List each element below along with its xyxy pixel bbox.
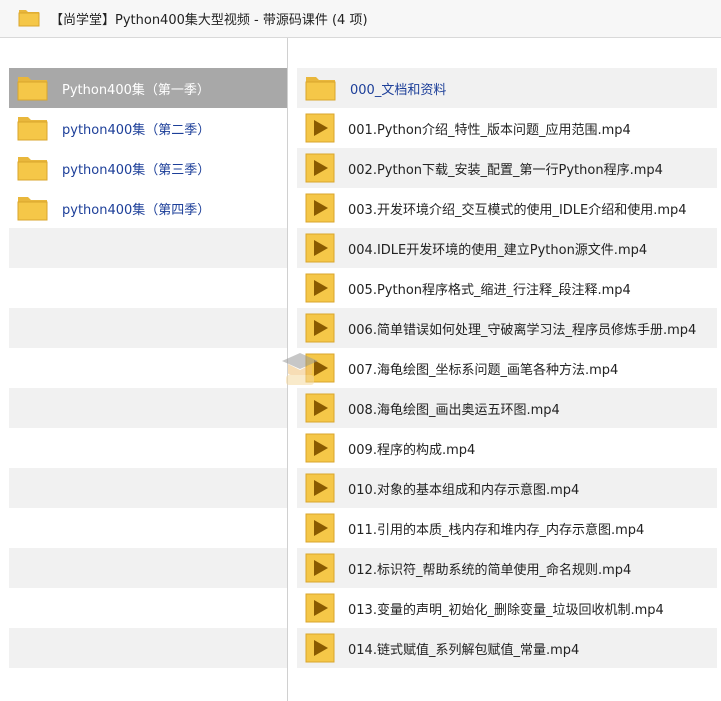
sidebar-empty-row xyxy=(9,548,287,588)
file-row[interactable]: 002.Python下载_安装_配置_第一行Python程序.mp4 xyxy=(297,148,717,188)
video-file-icon xyxy=(305,553,335,583)
sidebar-empty-row xyxy=(9,348,287,388)
file-name: 009.程序的构成.mp4 xyxy=(348,442,476,458)
file-name: 002.Python下载_安装_配置_第一行Python程序.mp4 xyxy=(348,162,663,178)
file-row[interactable]: 003.开发环境介绍_交互模式的使用_IDLE介绍和使用.mp4 xyxy=(297,188,717,228)
folder-icon xyxy=(17,74,49,102)
file-row[interactable]: 014.链式赋值_系列解包赋值_常量.mp4 xyxy=(297,628,717,668)
sidebar-item-season-1[interactable]: Python400集（第一季） xyxy=(9,68,287,108)
file-name: 011.引用的本质_栈内存和堆内存_内存示意图.mp4 xyxy=(348,522,645,538)
file-name: 010.对象的基本组成和内存示意图.mp4 xyxy=(348,482,580,498)
file-row[interactable]: 008.海龟绘图_画出奥运五环图.mp4 xyxy=(297,388,717,428)
video-file-icon xyxy=(305,353,335,383)
video-file-icon xyxy=(305,153,335,183)
file-name: 001.Python介绍_特性_版本问题_应用范围.mp4 xyxy=(348,122,631,138)
file-row[interactable]: 009.程序的构成.mp4 xyxy=(297,428,717,468)
sidebar-empty-row xyxy=(9,268,287,308)
file-row[interactable]: 001.Python介绍_特性_版本问题_应用范围.mp4 xyxy=(297,108,717,148)
sidebar-empty-row xyxy=(9,308,287,348)
video-file-icon xyxy=(305,633,335,663)
sidebar-empty-row xyxy=(9,468,287,508)
video-file-icon xyxy=(305,473,335,503)
file-row[interactable]: 007.海龟绘图_坐标系问题_画笔各种方法.mp4 xyxy=(297,348,717,388)
video-file-icon xyxy=(305,513,335,543)
sidebar-item-season-3[interactable]: python400集（第三季） xyxy=(9,148,287,188)
folder-icon xyxy=(17,114,49,142)
file-name: 004.IDLE开发环境的使用_建立Python源文件.mp4 xyxy=(348,242,648,258)
window-title: 【尚学堂】Python400集大型视频 - 带源码课件 (4 项) xyxy=(50,13,368,28)
folder-icon xyxy=(17,154,49,182)
folder-icon xyxy=(17,194,49,222)
file-name: 005.Python程序格式_缩进_行注释_段注释.mp4 xyxy=(348,282,631,298)
file-row[interactable]: 011.引用的本质_栈内存和堆内存_内存示意图.mp4 xyxy=(297,508,717,548)
video-file-icon xyxy=(305,393,335,423)
sidebar-empty-row xyxy=(9,388,287,428)
file-row[interactable]: 010.对象的基本组成和内存示意图.mp4 xyxy=(297,468,717,508)
sidebar-empty-row xyxy=(9,588,287,628)
sidebar-item-season-4[interactable]: python400集（第四季） xyxy=(9,188,287,228)
file-name: 013.变量的声明_初始化_删除变量_垃圾回收机制.mp4 xyxy=(348,602,664,618)
file-name: 000_文档和资料 xyxy=(350,82,447,98)
sidebar-item-label: python400集（第四季） xyxy=(62,202,211,218)
file-name: 014.链式赋值_系列解包赋值_常量.mp4 xyxy=(348,642,580,658)
file-row[interactable]: 005.Python程序格式_缩进_行注释_段注释.mp4 xyxy=(297,268,717,308)
sidebar-empty-row xyxy=(9,628,287,668)
file-row-folder[interactable]: 000_文档和资料 xyxy=(297,68,717,108)
file-name: 003.开发环境介绍_交互模式的使用_IDLE介绍和使用.mp4 xyxy=(348,202,687,218)
video-file-icon xyxy=(305,313,335,343)
sidebar-item-label: python400集（第二季） xyxy=(62,122,211,138)
file-row[interactable]: 013.变量的声明_初始化_删除变量_垃圾回收机制.mp4 xyxy=(297,588,717,628)
file-row[interactable]: 006.简单错误如何处理_守破离学习法_程序员修炼手册.mp4 xyxy=(297,308,717,348)
pane-divider[interactable] xyxy=(287,38,288,701)
sidebar-item-season-2[interactable]: python400集（第二季） xyxy=(9,108,287,148)
sidebar-item-label: python400集（第三季） xyxy=(62,162,211,178)
video-file-icon xyxy=(305,233,335,263)
video-file-icon xyxy=(305,273,335,303)
video-file-icon xyxy=(305,193,335,223)
title-bar: 【尚学堂】Python400集大型视频 - 带源码课件 (4 项) xyxy=(0,0,721,38)
folder-icon xyxy=(18,7,40,31)
video-file-icon xyxy=(305,593,335,623)
sidebar-empty-row xyxy=(9,228,287,268)
file-row[interactable]: 004.IDLE开发环境的使用_建立Python源文件.mp4 xyxy=(297,228,717,268)
file-list: 000_文档和资料 001.Python介绍_特性_版本问题_应用范围.mp4 … xyxy=(297,68,717,668)
sidebar-empty-row xyxy=(9,428,287,468)
video-file-icon xyxy=(305,433,335,463)
sidebar-empty-row xyxy=(9,508,287,548)
folder-icon xyxy=(305,74,337,102)
sidebar-item-label: Python400集（第一季） xyxy=(62,82,210,98)
file-row[interactable]: 012.标识符_帮助系统的简单使用_命名规则.mp4 xyxy=(297,548,717,588)
file-name: 006.简单错误如何处理_守破离学习法_程序员修炼手册.mp4 xyxy=(348,322,697,338)
file-name: 008.海龟绘图_画出奥运五环图.mp4 xyxy=(348,402,560,418)
file-name: 012.标识符_帮助系统的简单使用_命名规则.mp4 xyxy=(348,562,632,578)
sidebar: Python400集（第一季） python400集（第二季） python40… xyxy=(9,68,287,668)
video-file-icon xyxy=(305,113,335,143)
file-name: 007.海龟绘图_坐标系问题_画笔各种方法.mp4 xyxy=(348,362,619,378)
